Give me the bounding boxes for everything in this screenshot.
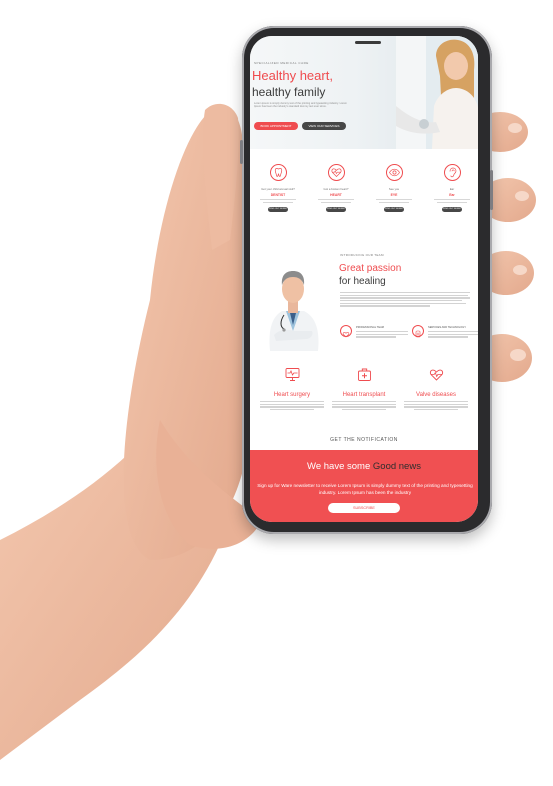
- doctor-child-photo: [396, 36, 478, 149]
- newsletter-banner: We have some Good news Sign up for Ware …: [250, 450, 478, 522]
- service-name: EYE: [390, 193, 398, 197]
- view-services-button[interactable]: VIEW OUR SERVICES: [302, 122, 346, 130]
- hero-title-line2: healthy family: [252, 85, 326, 99]
- doctor-photo: [269, 271, 319, 351]
- service-question: See you: [388, 187, 400, 191]
- hero-description: Lorem ipsum is simply dummy text of the …: [254, 102, 347, 109]
- power-button: [490, 170, 493, 210]
- team-eyebrow: INTRODUCING OUR TEAM: [340, 253, 384, 257]
- book-appointment-button[interactable]: BOOK APPOINTMENT: [254, 122, 298, 130]
- card-title: Heart surgery: [273, 392, 311, 398]
- service-name: Ear: [449, 193, 455, 197]
- team-title-line1: Great passion: [339, 263, 402, 274]
- monitor-heart-icon: [285, 368, 299, 381]
- card-title: Valve diseases: [416, 392, 456, 398]
- hero-eyebrow: SPECIALIZED MEDICAL CARE: [254, 61, 309, 65]
- feature-title: PROFESSIONAL TEAM: [356, 326, 384, 329]
- service-name: HEART: [330, 193, 342, 197]
- service-question: Got a broken heart?: [323, 187, 349, 191]
- newsletter-title: We have some Good news: [250, 461, 478, 472]
- service-name: DENTIST: [270, 193, 286, 197]
- card-title: Heart transplant: [342, 392, 386, 398]
- hero-title-line1: Healthy heart,: [252, 68, 333, 83]
- newsletter-text: Sign up for Ware newsletter to receive L…: [257, 483, 473, 495]
- service-ear: Ear Ear FIND OUT MORE: [426, 164, 478, 212]
- heart-shield-icon: [340, 325, 352, 338]
- heart-rate-icon: [429, 369, 443, 381]
- phone-screen: SPECIALIZED MEDICAL CARE Healthy heart, …: [250, 36, 478, 522]
- service-heart: Got a broken heart? HEART FIND OUT MORE: [310, 164, 362, 212]
- eye-icon: [385, 164, 403, 181]
- heart-pulse-icon: [327, 164, 345, 181]
- newsletter-title-prefix: We have some: [307, 461, 371, 472]
- tooth-icon: [269, 164, 287, 181]
- find-out-more-button[interactable]: FIND OUT MORE: [268, 206, 288, 212]
- find-out-more-button[interactable]: FIND OUT MORE: [326, 206, 346, 212]
- card-heart-surgery: Heart surgery: [256, 366, 328, 412]
- service-question: Got your child annual visit?: [261, 187, 295, 191]
- service-question: Ear: [449, 187, 455, 191]
- speaker-grille: [355, 41, 381, 44]
- volume-button: [240, 140, 243, 164]
- find-out-more-button[interactable]: FIND OUT MORE: [442, 206, 462, 212]
- hero-section: SPECIALIZED MEDICAL CARE Healthy heart, …: [250, 36, 478, 149]
- card-heart-transplant: Heart transplant: [328, 366, 400, 412]
- medical-device-icon: [412, 325, 424, 338]
- card-valve-diseases: Valve diseases: [400, 366, 472, 412]
- service-eye: See you EYE FIND OUT MORE: [368, 164, 420, 212]
- service-dentist: Got your child annual visit? DENTIST FIN…: [252, 164, 304, 212]
- newsletter-title-highlight: Good news: [372, 461, 421, 472]
- ear-icon: [443, 164, 461, 181]
- feature-title: SERVICES AND TECHNOLOGY: [428, 326, 466, 329]
- subscribe-button[interactable]: SUBSCRIBE: [328, 503, 400, 513]
- find-out-more-button[interactable]: FIND OUT MORE: [384, 206, 404, 212]
- medical-bag-icon: [357, 368, 371, 381]
- team-title-line2: for healing: [339, 276, 386, 287]
- notification-heading: GET THE NOTIFICATION: [330, 437, 398, 443]
- team-description: [340, 292, 470, 308]
